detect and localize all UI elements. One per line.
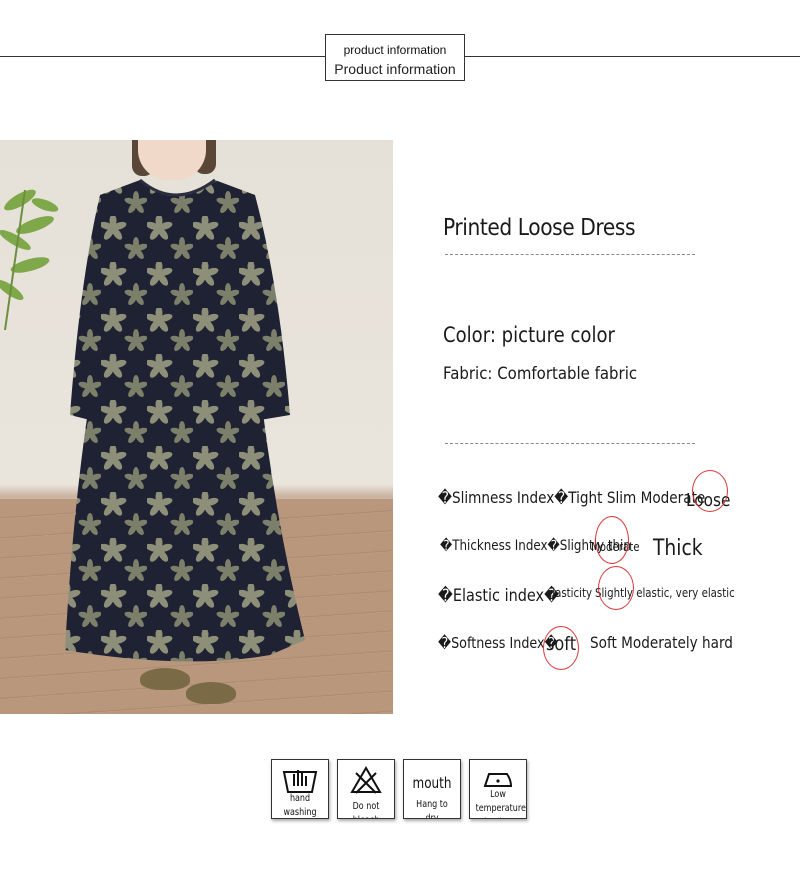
low-iron-icon	[483, 773, 513, 787]
elastic-selected-marker	[598, 566, 634, 610]
care-hang-dry: mouth Hang to dry	[403, 759, 461, 819]
slimness-index-label: �Slimness Index�Tight Slim Moderate	[438, 488, 706, 507]
elastic-option-elasticity: elasticity	[546, 586, 592, 600]
details-divider	[445, 443, 695, 444]
thickness-selected-marker	[595, 516, 629, 564]
care-low-iron-label: Low temperature ironing	[475, 789, 526, 818]
product-title: Printed Loose Dress	[443, 215, 636, 241]
section-header: product information Product information	[325, 34, 465, 81]
care-hang-dry-label: Hang to dry	[416, 799, 448, 819]
care-low-iron: Low temperature ironing	[469, 759, 527, 819]
care-hand-wash-label: hand washing	[283, 793, 317, 818]
product-photo	[0, 140, 393, 714]
softness-selected-marker	[543, 626, 579, 670]
header-large-label: Product information	[334, 61, 456, 77]
model-shoe-right	[186, 682, 236, 704]
product-fabric: Fabric: Comfortable fabric	[443, 364, 638, 384]
dress-figure	[65, 178, 305, 662]
no-bleach-icon	[350, 766, 382, 794]
product-color: Color: picture color	[443, 323, 615, 347]
softness-index-label: �Softness Index�	[438, 634, 558, 652]
header-small-label: product information	[343, 43, 447, 57]
slimness-selected-marker	[692, 470, 728, 512]
thickness-option-thick: Thick	[653, 536, 703, 561]
care-hand-wash: hand washing	[271, 759, 329, 819]
care-no-bleach: Do not bleach	[337, 759, 395, 819]
care-no-bleach-label: Do not bleach	[352, 801, 380, 818]
model-shoe-left	[140, 668, 190, 690]
hang-dry-icon: mouth	[412, 774, 452, 792]
softness-option-range: Soft Moderately hard	[590, 633, 733, 652]
elastic-index-label: �Elastic index�	[438, 586, 559, 606]
title-divider	[445, 254, 695, 255]
